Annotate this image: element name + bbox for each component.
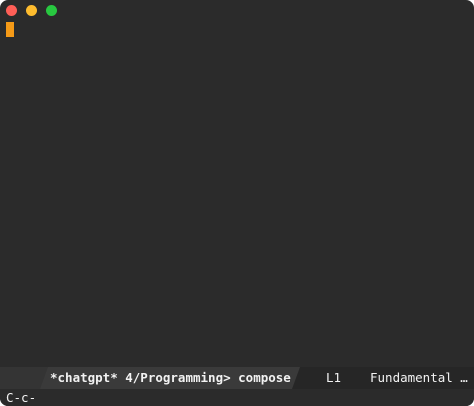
emacs-window: *chatgpt* 4/Programming> compose L1 Fund… — [0, 0, 474, 406]
line-number: L1 — [326, 370, 342, 385]
text-cursor — [6, 22, 14, 37]
minimize-window-button[interactable] — [26, 5, 37, 16]
minibuffer[interactable]: C-c- — [0, 389, 474, 406]
major-mode: Fundamental … — [370, 370, 468, 385]
buffer-name: *chatgpt* 4/Programming> compose — [50, 370, 291, 385]
close-window-button[interactable] — [6, 5, 17, 16]
window-controls — [6, 5, 57, 16]
mode-line: *chatgpt* 4/Programming> compose L1 Fund… — [0, 367, 474, 389]
echo-area-text: C-c- — [6, 390, 37, 405]
mode-line-separator — [40, 367, 48, 389]
editor-buffer[interactable] — [0, 20, 474, 366]
mode-line-status-segment — [0, 367, 40, 389]
mode-line-separator-right — [292, 367, 300, 389]
maximize-window-button[interactable] — [46, 5, 57, 16]
